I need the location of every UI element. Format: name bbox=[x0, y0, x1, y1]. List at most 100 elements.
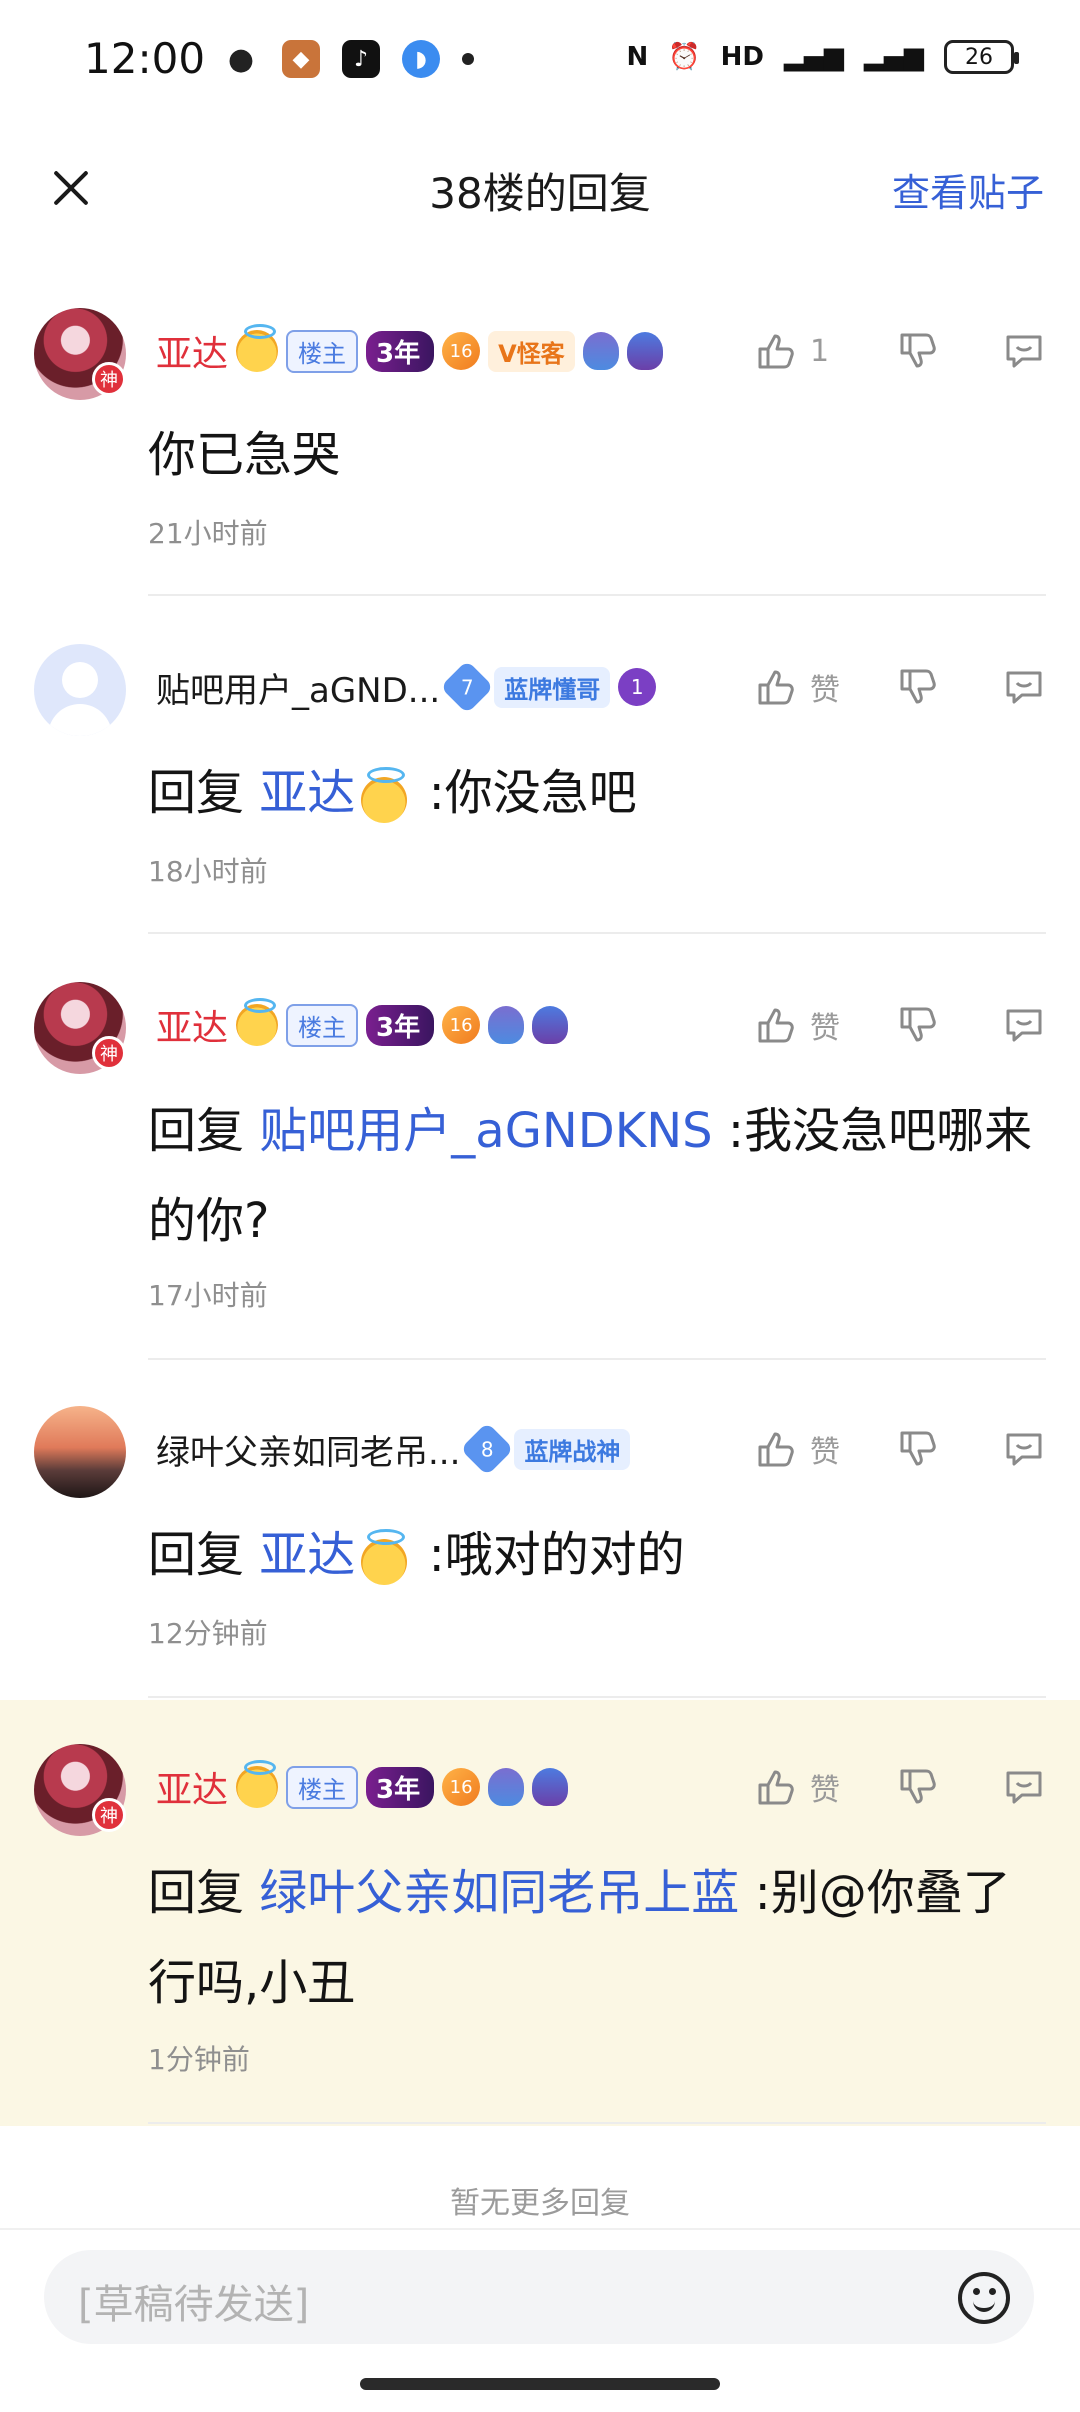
avatar-figure-icon bbox=[488, 1768, 525, 1806]
reply-prefix: 回复 bbox=[148, 1527, 245, 1583]
like-button[interactable]: 赞 bbox=[754, 1765, 874, 1809]
username[interactable]: 亚达 bbox=[156, 1761, 228, 1813]
mention-link[interactable]: 绿叶父亲如同老吊上蓝 bbox=[259, 1865, 739, 1921]
reply-content: :你没急吧 bbox=[428, 765, 637, 821]
reply-actions: 赞 bbox=[754, 1424, 1046, 1474]
reply-text: 回复 亚达 :你没急吧 bbox=[148, 748, 1048, 838]
reply-text: 你已急哭 bbox=[148, 410, 1048, 500]
avatar-figure-icon bbox=[582, 332, 619, 370]
level-badge: 16 bbox=[442, 332, 481, 370]
username[interactable]: 亚达 bbox=[156, 325, 228, 377]
battery-level: 26 bbox=[965, 44, 993, 70]
notification-icons: ● ◆ ♪ ◗ bbox=[222, 40, 474, 78]
level-badge: 8 bbox=[460, 1422, 515, 1476]
avatar-figure-icon bbox=[626, 332, 663, 370]
like-label: 赞 bbox=[810, 1011, 840, 1046]
angel-emoji-icon bbox=[236, 324, 279, 372]
mention-link[interactable]: 亚达 bbox=[259, 765, 355, 821]
reply-prefix: 回复 bbox=[148, 1865, 245, 1921]
like-label: 赞 bbox=[810, 1773, 840, 1808]
level-badge: 16 bbox=[442, 1768, 481, 1806]
tiktok-icon: ♪ bbox=[342, 40, 380, 78]
emoji-icon[interactable] bbox=[958, 2272, 1010, 2324]
title-tag: 蓝牌懂哥 bbox=[494, 666, 611, 708]
header: 38楼的回复 查看贴子 bbox=[0, 130, 1080, 250]
status-bar: 12:00 ● ◆ ♪ ◗ N ⏰ HD ▂▄▆ ▂▄▆ 26 bbox=[0, 0, 1080, 120]
reply-item: 贴吧用户_aGND... 7 蓝牌懂哥 1 赞 回复 亚达 :你没急吧 18小时… bbox=[0, 628, 1080, 938]
thumbs-down-icon[interactable] bbox=[896, 1427, 940, 1471]
reply-content: :哦对的对的 bbox=[428, 1527, 685, 1583]
avatar-figure-icon bbox=[532, 1006, 569, 1044]
reply-time: 12分钟前 bbox=[148, 1617, 268, 1650]
view-post-link[interactable]: 查看贴子 bbox=[892, 162, 1044, 217]
input-placeholder: [草稿待发送] bbox=[78, 2282, 310, 2328]
mention-link[interactable]: 亚达 bbox=[259, 1527, 355, 1583]
comment-icon[interactable] bbox=[1002, 1003, 1046, 1047]
like-button[interactable]: 1 bbox=[754, 329, 874, 373]
title-tag: V怪客 bbox=[488, 330, 575, 372]
user-row: 贴吧用户_aGND... 7 蓝牌懂哥 1 bbox=[156, 660, 657, 714]
title-tag: 蓝牌战神 bbox=[514, 1428, 631, 1470]
reply-item: 神 亚达 楼主 3年 16 V怪客 1 你已急哭 21小时前 bbox=[0, 290, 1080, 600]
mention-link[interactable]: 贴吧用户_aGNDKNS bbox=[259, 1103, 712, 1159]
user-row: 亚达 楼主 3年 16 bbox=[156, 1760, 569, 1813]
comment-icon[interactable] bbox=[1002, 329, 1046, 373]
nfc-icon: N bbox=[626, 42, 649, 72]
reply-input[interactable]: [草稿待发送] bbox=[44, 2250, 1034, 2344]
god-badge: 神 bbox=[92, 1036, 126, 1070]
reply-actions: 赞 bbox=[754, 1000, 1046, 1050]
level-badge: 16 bbox=[442, 1006, 481, 1044]
reply-content: 你已急哭 bbox=[148, 427, 341, 483]
username[interactable]: 绿叶父亲如同老吊... bbox=[156, 1425, 460, 1474]
level-badge: 7 bbox=[440, 660, 495, 714]
reply-text: 回复 亚达 :哦对的对的 bbox=[148, 1510, 1048, 1600]
browser-icon: ◗ bbox=[402, 40, 440, 78]
user-row: 亚达 楼主 3年 16 V怪客 bbox=[156, 324, 663, 377]
thumbs-down-icon[interactable] bbox=[896, 665, 940, 709]
reply-actions: 赞 bbox=[754, 662, 1046, 712]
reply-time: 21小时前 bbox=[148, 517, 268, 550]
more-notifications-icon bbox=[462, 53, 474, 65]
like-label: 赞 bbox=[810, 1435, 840, 1470]
username[interactable]: 亚达 bbox=[156, 999, 228, 1051]
no-more-replies: 暂无更多回复 bbox=[450, 2186, 630, 2221]
reply-actions: 赞 bbox=[754, 1762, 1046, 1812]
angel-emoji-icon bbox=[355, 765, 413, 823]
wechat-icon: ● bbox=[222, 40, 260, 78]
angel-emoji-icon bbox=[236, 998, 279, 1046]
comment-icon[interactable] bbox=[1002, 1765, 1046, 1809]
thumbs-up-icon bbox=[758, 334, 794, 369]
thumbs-down-icon[interactable] bbox=[896, 1765, 940, 1809]
like-button[interactable]: 赞 bbox=[754, 665, 874, 709]
game-app-icon: ◆ bbox=[282, 40, 320, 78]
like-button[interactable]: 赞 bbox=[754, 1003, 874, 1047]
reply-actions: 1 bbox=[754, 326, 1046, 376]
hd-icon: HD bbox=[720, 42, 764, 72]
years-badge: 3年 bbox=[366, 1766, 435, 1808]
like-count: 1 bbox=[810, 333, 830, 369]
comment-icon[interactable] bbox=[1002, 1427, 1046, 1471]
battery-icon: 26 bbox=[944, 40, 1019, 74]
thumbs-down-icon[interactable] bbox=[896, 329, 940, 373]
system-icons: N ⏰ HD ▂▄▆ ▂▄▆ 26 bbox=[626, 40, 1019, 74]
louzhu-tag: 楼主 bbox=[286, 1765, 359, 1809]
divider bbox=[148, 932, 1046, 934]
god-badge: 神 bbox=[92, 1798, 126, 1832]
years-badge: 3年 bbox=[366, 330, 435, 372]
divider bbox=[148, 594, 1046, 596]
avatar[interactable] bbox=[34, 644, 126, 736]
reply-item-highlighted: 神 亚达 楼主 3年 16 赞 回复 绿叶父亲如同老吊上蓝 :别@你叠了行吗,小… bbox=[0, 1700, 1080, 2126]
divider bbox=[148, 1696, 1046, 1698]
avatar-figure-icon bbox=[532, 1768, 569, 1806]
home-indicator[interactable] bbox=[360, 2378, 720, 2390]
reply-time: 17小时前 bbox=[148, 1279, 268, 1312]
comment-icon[interactable] bbox=[1002, 665, 1046, 709]
thumbs-down-icon[interactable] bbox=[896, 1003, 940, 1047]
level-number: 7 bbox=[460, 674, 474, 699]
username[interactable]: 贴吧用户_aGND... bbox=[156, 663, 440, 712]
avatar[interactable] bbox=[34, 1406, 126, 1498]
louzhu-tag: 楼主 bbox=[286, 329, 359, 373]
reply-text: 回复 绿叶父亲如同老吊上蓝 :别@你叠了行吗,小丑 bbox=[148, 1848, 1048, 2028]
like-button[interactable]: 赞 bbox=[754, 1427, 874, 1471]
reply-prefix: 回复 bbox=[148, 765, 245, 821]
